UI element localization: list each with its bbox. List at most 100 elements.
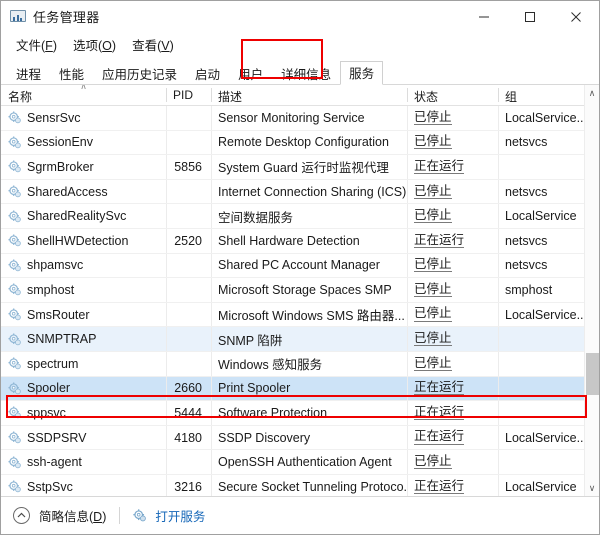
column-header-group[interactable]: 组 <box>498 85 583 105</box>
table-row[interactable]: SessionEnv Remote Desktop Configuration已停… <box>1 131 599 156</box>
scroll-up-arrow-icon[interactable]: ∧ <box>585 85 599 101</box>
cell-description: Secure Socket Tunneling Protoco... <box>211 475 407 496</box>
service-name-label: SSDPSRV <box>27 431 87 445</box>
cell-status: 正在运行 <box>407 426 498 450</box>
cell-pid: 2660 <box>166 377 211 401</box>
table-row[interactable]: SharedRealitySvc空间数据服务已停止LocalService <box>1 204 599 229</box>
tab-startup[interactable]: 启动 <box>186 61 229 85</box>
table-row[interactable]: ssh-agentOpenSSH Authentication Agent已停止 <box>1 450 599 475</box>
column-header-name[interactable]: 名称 ∧ <box>1 85 166 105</box>
cell-group: netsvcs <box>498 131 583 155</box>
table-row[interactable]: SSDPSRV4180SSDP Discovery正在运行LocalServic… <box>1 426 599 451</box>
services-gear-icon <box>133 509 146 522</box>
cell-description: Shell Hardware Detection <box>211 229 407 253</box>
service-gear-icon <box>8 259 21 272</box>
tab-services[interactable]: 服务 <box>340 61 383 85</box>
cell-name: sppsvc <box>1 401 166 425</box>
service-gear-icon <box>8 382 21 395</box>
cell-description: Internet Connection Sharing (ICS) <box>211 180 407 204</box>
task-manager-icon <box>10 10 26 24</box>
maximize-button[interactable] <box>507 1 553 32</box>
column-header-pid[interactable]: PID <box>166 85 211 105</box>
cell-description: 空间数据服务 <box>211 204 407 228</box>
cell-pid: 5444 <box>166 401 211 425</box>
cell-group: netsvcs <box>498 180 583 204</box>
table-row[interactable]: shpamsvcShared PC Account Manager已停止nets… <box>1 254 599 279</box>
table-row[interactable]: SensrSvcSensor Monitoring Service已停止Loca… <box>1 106 599 131</box>
cell-name: SNMPTRAP <box>1 327 166 351</box>
cell-description: Microsoft Storage Spaces SMP <box>211 278 407 302</box>
cell-pid <box>166 450 211 474</box>
tab-strip: 进程 性能 应用历史记录 启动 用户 详细信息 服务 <box>1 57 599 85</box>
cell-description: Remote Desktop Configuration <box>211 131 407 155</box>
scrollbar-thumb[interactable] <box>586 353 599 395</box>
tab-performance[interactable]: 性能 <box>50 61 93 85</box>
cell-group: smphost <box>498 278 583 302</box>
cell-name: SharedAccess <box>1 180 166 204</box>
tab-processes[interactable]: 进程 <box>7 61 50 85</box>
service-gear-icon <box>8 283 21 296</box>
tab-app-history[interactable]: 应用历史记录 <box>93 61 186 85</box>
table-rows: SensrSvcSensor Monitoring Service已停止Loca… <box>1 106 599 496</box>
table-row[interactable]: SharedAccess Internet Connection Sharing … <box>1 180 599 205</box>
chevron-up-icon[interactable] <box>13 507 30 524</box>
service-gear-icon <box>8 308 21 321</box>
cell-description: OpenSSH Authentication Agent <box>211 450 407 474</box>
tab-details[interactable]: 详细信息 <box>272 61 340 85</box>
cell-status: 正在运行 <box>407 155 498 179</box>
cell-name: SessionEnv <box>1 131 166 155</box>
service-name-label: SessionEnv <box>27 135 93 149</box>
cell-group <box>498 377 583 401</box>
service-name-label: SharedRealitySvc <box>27 209 126 223</box>
cell-status: 已停止 <box>407 131 498 155</box>
open-services-link[interactable]: 打开服务 <box>155 506 205 525</box>
table-row[interactable]: SmsRouterMicrosoft Windows SMS 路由器...已停止… <box>1 303 599 328</box>
cell-group <box>498 155 583 179</box>
cell-pid <box>166 278 211 302</box>
cell-name: spectrum <box>1 352 166 376</box>
cell-name: ssh-agent <box>1 450 166 474</box>
cell-status: 已停止 <box>407 303 498 327</box>
service-gear-icon <box>8 480 21 493</box>
sort-ascending-icon: ∧ <box>80 85 87 92</box>
table-row[interactable]: spectrumWindows 感知服务已停止 <box>1 352 599 377</box>
cell-group <box>498 450 583 474</box>
menu-file[interactable]: 文件(F) <box>10 33 65 56</box>
column-header-description[interactable]: 描述 <box>211 85 407 105</box>
tab-users[interactable]: 用户 <box>229 61 272 85</box>
cell-description: Windows 感知服务 <box>211 352 407 376</box>
cell-pid <box>166 204 211 228</box>
table-row[interactable]: SNMPTRAPSNMP 陷阱已停止 <box>1 327 599 352</box>
table-row[interactable]: smphostMicrosoft Storage Spaces SMP已停止sm… <box>1 278 599 303</box>
table-row[interactable]: sppsvc5444Software Protection正在运行 <box>1 401 599 426</box>
cell-status: 已停止 <box>407 180 498 204</box>
cell-pid <box>166 106 211 130</box>
table-row[interactable]: Spooler2660Print Spooler正在运行 <box>1 377 599 402</box>
cell-status: 已停止 <box>407 327 498 351</box>
menu-options[interactable]: 选项(O) <box>67 33 124 56</box>
menu-view[interactable]: 查看(V) <box>126 33 182 56</box>
table-column-header: 名称 ∧ PID 描述 状态 组 <box>1 85 599 106</box>
cell-status: 已停止 <box>407 254 498 278</box>
minimize-button[interactable] <box>461 1 507 32</box>
column-header-status[interactable]: 状态 <box>407 85 498 105</box>
cell-pid: 5856 <box>166 155 211 179</box>
service-name-label: sppsvc <box>27 406 66 420</box>
cell-name: smphost <box>1 278 166 302</box>
cell-name: SSDPSRV <box>1 426 166 450</box>
service-name-label: ssh-agent <box>27 455 82 469</box>
cell-group <box>498 401 583 425</box>
service-gear-icon <box>8 185 21 198</box>
vertical-scrollbar[interactable]: ∧ ∨ <box>584 85 599 496</box>
scroll-down-arrow-icon[interactable]: ∨ <box>585 480 599 496</box>
table-row[interactable]: SstpSvc3216Secure Socket Tunneling Proto… <box>1 475 599 496</box>
cell-pid: 3216 <box>166 475 211 496</box>
service-gear-icon <box>8 234 21 247</box>
close-button[interactable] <box>553 1 599 32</box>
table-row[interactable]: ShellHWDetection2520Shell Hardware Detec… <box>1 229 599 254</box>
cell-group: netsvcs <box>498 229 583 253</box>
fewer-details-label[interactable]: 简略信息(D) <box>39 506 106 525</box>
service-name-label: smphost <box>27 283 74 297</box>
cell-group <box>498 327 583 351</box>
table-row[interactable]: SgrmBroker5856System Guard 运行时监视代理正在运行 <box>1 155 599 180</box>
